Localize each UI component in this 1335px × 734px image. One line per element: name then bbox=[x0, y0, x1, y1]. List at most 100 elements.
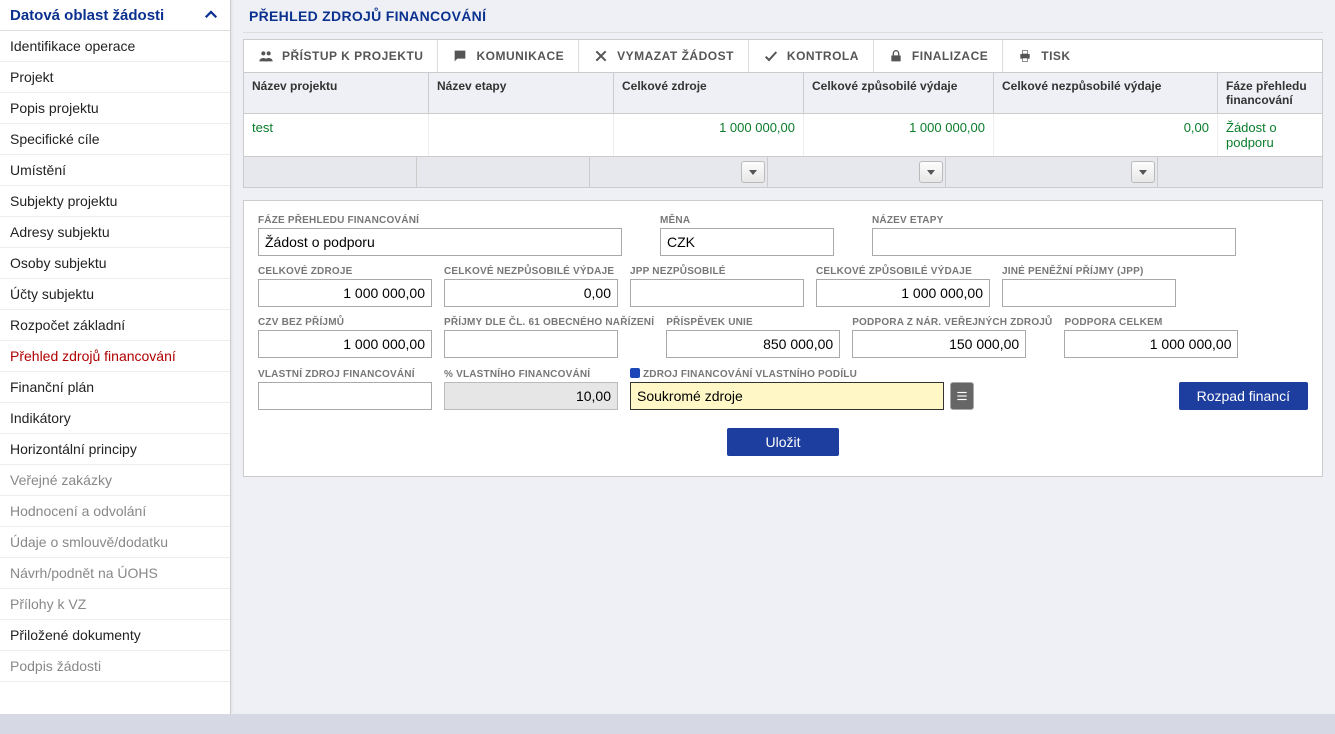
filter-eligible-dropdown[interactable] bbox=[919, 161, 943, 183]
art61-label: PŘÍJMY DLE ČL. 61 OBECNÉHO NAŘÍZENÍ bbox=[444, 317, 654, 328]
own-src-label: VLASTNÍ ZDROJ FINANCOVÁNÍ bbox=[258, 369, 432, 380]
chat-icon bbox=[452, 48, 468, 64]
col-total[interactable]: Celkové zdroje bbox=[614, 73, 804, 114]
eligible-label: CELKOVÉ ZPŮSOBILÉ VÝDAJE bbox=[816, 266, 990, 277]
sidebar-item-17[interactable]: Návrh/podnět na ÚOHS bbox=[0, 558, 230, 589]
filter-total-dropdown[interactable] bbox=[741, 161, 765, 183]
finalize-button[interactable]: FINALIZACE bbox=[874, 40, 1003, 72]
caret-down-icon bbox=[748, 167, 758, 177]
sidebar-item-9[interactable]: Rozpočet základní bbox=[0, 310, 230, 341]
sidebar-item-0[interactable]: Identifikace operace bbox=[0, 31, 230, 62]
cell-ineligible: 0,00 bbox=[994, 114, 1218, 156]
ineligible-field[interactable] bbox=[444, 279, 618, 307]
art61-field[interactable] bbox=[444, 330, 618, 358]
own-src-field[interactable] bbox=[258, 382, 432, 410]
print-icon bbox=[1017, 48, 1033, 64]
main-area: PŘEHLED ZDROJŮ FINANCOVÁNÍ PŘÍSTUP K PRO… bbox=[231, 0, 1335, 714]
people-icon bbox=[258, 48, 274, 64]
filter-ineligible-dropdown[interactable] bbox=[1131, 161, 1155, 183]
support-total-label: PODPORA CELKEM bbox=[1064, 317, 1238, 328]
sidebar-item-11[interactable]: Finanční plán bbox=[0, 372, 230, 403]
sidebar-item-3[interactable]: Specifické cíle bbox=[0, 124, 230, 155]
check-button[interactable]: KONTROLA bbox=[749, 40, 874, 72]
own-type-picker[interactable] bbox=[950, 382, 974, 410]
sidebar-item-12[interactable]: Indikátory bbox=[0, 403, 230, 434]
eligible-field[interactable] bbox=[816, 279, 990, 307]
cell-stage bbox=[429, 114, 614, 156]
other-income-label: JINÉ PENĚŽNÍ PŘÍJMY (JPP) bbox=[1002, 266, 1176, 277]
cell-project: test bbox=[244, 114, 429, 156]
grid-filter-row bbox=[244, 156, 1322, 187]
access-button[interactable]: PŘÍSTUP K PROJEKTU bbox=[244, 40, 438, 72]
col-eligible[interactable]: Celkové způsobilé výdaje bbox=[804, 73, 994, 114]
delete-button[interactable]: VYMAZAT ŽÁDOST bbox=[579, 40, 749, 72]
table-row[interactable]: test 1 000 000,00 1 000 000,00 0,00 Žádo… bbox=[244, 114, 1322, 156]
col-project[interactable]: Název projektu bbox=[244, 73, 429, 114]
caret-down-icon bbox=[1138, 167, 1148, 177]
sidebar-title: Datová oblast žádosti bbox=[10, 7, 164, 24]
eu-label: PŘÍSPĚVEK UNIE bbox=[666, 317, 840, 328]
col-phase[interactable]: Fáze přehledu financování bbox=[1218, 73, 1322, 114]
col-ineligible[interactable]: Celkové nezpůsobilé výdaje bbox=[994, 73, 1218, 114]
check-icon bbox=[763, 48, 779, 64]
own-pct-field bbox=[444, 382, 618, 410]
data-grid: Název projektu Název etapy Celkové zdroj… bbox=[243, 73, 1323, 188]
sidebar-item-13[interactable]: Horizontální principy bbox=[0, 434, 230, 465]
other-income-field[interactable] bbox=[1002, 279, 1176, 307]
sidebar-item-18[interactable]: Přílohy k VZ bbox=[0, 589, 230, 620]
phase-label: FÁZE PŘEHLEDU FINANCOVÁNÍ bbox=[258, 215, 622, 226]
total-field[interactable] bbox=[258, 279, 432, 307]
currency-label: MĚNA bbox=[660, 215, 834, 226]
own-pct-label: % VLASTNÍHO FINANCOVÁNÍ bbox=[444, 369, 618, 380]
communication-button[interactable]: KOMUNIKACE bbox=[438, 40, 579, 72]
natpub-label: PODPORA Z NÁR. VEŘEJNÝCH ZDROJŮ bbox=[852, 317, 1052, 328]
chevron-up-icon bbox=[202, 6, 220, 24]
stage-field[interactable] bbox=[872, 228, 1236, 256]
breakdown-button[interactable]: Rozpad financí bbox=[1179, 382, 1308, 410]
sidebar-item-5[interactable]: Subjekty projektu bbox=[0, 186, 230, 217]
stage-label: NÁZEV ETAPY bbox=[872, 215, 1236, 226]
grid-header: Název projektu Název etapy Celkové zdroj… bbox=[244, 73, 1322, 114]
footer-bar bbox=[0, 714, 1335, 734]
jpp-in-field[interactable] bbox=[630, 279, 804, 307]
col-stage[interactable]: Název etapy bbox=[429, 73, 614, 114]
page-title: PŘEHLED ZDROJŮ FINANCOVÁNÍ bbox=[243, 0, 1323, 33]
sidebar-item-14[interactable]: Veřejné zakázky bbox=[0, 465, 230, 496]
sidebar-item-6[interactable]: Adresy subjektu bbox=[0, 217, 230, 248]
sidebar-item-1[interactable]: Projekt bbox=[0, 62, 230, 93]
sidebar-header[interactable]: Datová oblast žádosti bbox=[0, 0, 230, 31]
cell-total: 1 000 000,00 bbox=[614, 114, 804, 156]
czv-field[interactable] bbox=[258, 330, 432, 358]
total-label: CELKOVÉ ZDROJE bbox=[258, 266, 432, 277]
caret-down-icon bbox=[926, 167, 936, 177]
own-type-field[interactable] bbox=[630, 382, 944, 410]
print-button[interactable]: TISK bbox=[1003, 40, 1084, 72]
sidebar-item-4[interactable]: Umístění bbox=[0, 155, 230, 186]
cell-eligible: 1 000 000,00 bbox=[804, 114, 994, 156]
natpub-field[interactable] bbox=[852, 330, 1026, 358]
sidebar-item-15[interactable]: Hodnocení a odvolání bbox=[0, 496, 230, 527]
sidebar-item-7[interactable]: Osoby subjektu bbox=[0, 248, 230, 279]
toolbar: PŘÍSTUP K PROJEKTU KOMUNIKACE VYMAZAT ŽÁ… bbox=[243, 39, 1323, 73]
eu-field[interactable] bbox=[666, 330, 840, 358]
own-type-label: ZDROJ FINANCOVÁNÍ VLASTNÍHO PODÍLU bbox=[630, 368, 974, 380]
jpp-in-label: JPP NEZPŮSOBILÉ bbox=[630, 266, 804, 277]
cell-phase: Žádost o podporu bbox=[1218, 114, 1322, 156]
x-icon bbox=[593, 48, 609, 64]
sidebar-item-19[interactable]: Přiložené dokumenty bbox=[0, 620, 230, 651]
list-icon bbox=[955, 389, 969, 403]
app-root: Datová oblast žádosti Identifikace opera… bbox=[0, 0, 1335, 714]
ineligible-label: CELKOVÉ NEZPŮSOBILÉ VÝDAJE bbox=[444, 266, 618, 277]
lock-icon bbox=[888, 48, 904, 64]
currency-field[interactable] bbox=[660, 228, 834, 256]
sidebar-item-8[interactable]: Účty subjektu bbox=[0, 279, 230, 310]
phase-field[interactable] bbox=[258, 228, 622, 256]
sidebar-item-16[interactable]: Údaje o smlouvě/dodatku bbox=[0, 527, 230, 558]
sidebar-item-2[interactable]: Popis projektu bbox=[0, 93, 230, 124]
sidebar: Datová oblast žádosti Identifikace opera… bbox=[0, 0, 231, 714]
sidebar-item-20[interactable]: Podpis žádosti bbox=[0, 651, 230, 682]
czv-label: CZV BEZ PŘÍJMŮ bbox=[258, 317, 432, 328]
support-total-field[interactable] bbox=[1064, 330, 1238, 358]
save-button[interactable]: Uložit bbox=[727, 428, 838, 456]
sidebar-item-10[interactable]: Přehled zdrojů financování bbox=[0, 341, 230, 372]
